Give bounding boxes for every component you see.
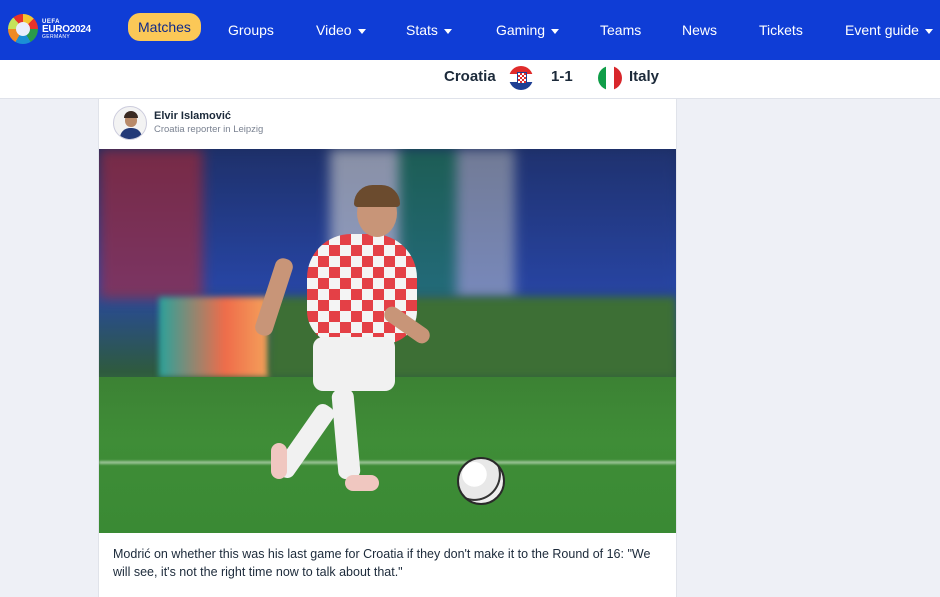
photo-pitch-line xyxy=(99,461,676,464)
author-block: Elvir Islamović Croatia reporter in Leip… xyxy=(113,106,263,140)
player-boot xyxy=(271,443,287,479)
logo-line2: EURO2024 xyxy=(42,23,91,35)
nav-item-label: Stats xyxy=(406,22,438,38)
nav-item-label: Gaming xyxy=(496,22,546,38)
football-icon xyxy=(457,457,505,505)
photo-ad-board xyxy=(159,297,269,377)
nav-item-label: Matches xyxy=(138,19,191,35)
nav-item-teams[interactable]: Teams xyxy=(600,18,641,42)
euro2024-logo[interactable]: UEFA EURO2024 GERMANY xyxy=(8,10,92,48)
away-team-name: Italy xyxy=(629,68,660,85)
nav-item-label: Groups xyxy=(228,22,274,38)
nav-item-event-guide[interactable]: Event guide xyxy=(845,18,933,42)
avatar-hair xyxy=(124,111,138,118)
chevron-down-icon xyxy=(443,28,452,34)
nav-item-groups[interactable]: Groups xyxy=(228,18,274,42)
match-score: 1-1 xyxy=(551,68,573,85)
home-team-name: Croatia xyxy=(444,68,496,85)
italy-flag-icon xyxy=(598,66,622,90)
avatar-body xyxy=(120,128,142,139)
nav-item-label: News xyxy=(682,22,718,38)
post-caption: Modrić on whether this was his last game… xyxy=(113,547,651,579)
player-boot xyxy=(345,475,379,491)
logo-text: UEFA EURO2024 GERMANY xyxy=(42,19,91,40)
nav-item-news[interactable]: News xyxy=(682,18,717,42)
nav-item-label: Event guide xyxy=(845,22,919,38)
chevron-down-icon xyxy=(924,28,933,34)
croatia-flag-icon xyxy=(509,66,533,90)
live-blog-post: Elvir Islamović Croatia reporter in Leip… xyxy=(98,99,677,597)
player-hair xyxy=(354,185,400,207)
author-text: Elvir Islamović Croatia reporter in Leip… xyxy=(154,110,263,136)
nav-item-matches[interactable]: Matches xyxy=(128,13,201,41)
euro2024-trophy-icon xyxy=(8,14,38,44)
match-score-bar[interactable]: Croatia 1-1 Italy xyxy=(0,60,940,99)
nav-item-tickets[interactable]: Tickets xyxy=(759,18,803,42)
author-role: Croatia reporter in Leipzig xyxy=(154,123,264,135)
author-name: Elvir Islamović xyxy=(154,110,232,123)
nav-item-gaming[interactable]: Gaming xyxy=(496,18,560,42)
avatar xyxy=(113,106,147,140)
nav-item-label: Video xyxy=(316,22,352,38)
top-navigation-bar: UEFA EURO2024 GERMANY Matches Groups Vid… xyxy=(0,0,940,60)
chevron-down-icon xyxy=(357,28,366,34)
nav-item-video[interactable]: Video xyxy=(316,18,366,42)
post-photo[interactable] xyxy=(99,149,676,533)
nav-item-stats[interactable]: Stats xyxy=(406,18,452,42)
photo-pitch xyxy=(99,377,676,533)
player-shorts xyxy=(313,337,395,391)
nav-item-label: Teams xyxy=(600,22,642,38)
nav-item-label: Tickets xyxy=(759,22,803,38)
main-nav: Matches Groups Video Stats Gaming Teams … xyxy=(128,0,940,60)
logo-line3: GERMANY xyxy=(42,33,71,40)
chevron-down-icon xyxy=(551,28,560,34)
